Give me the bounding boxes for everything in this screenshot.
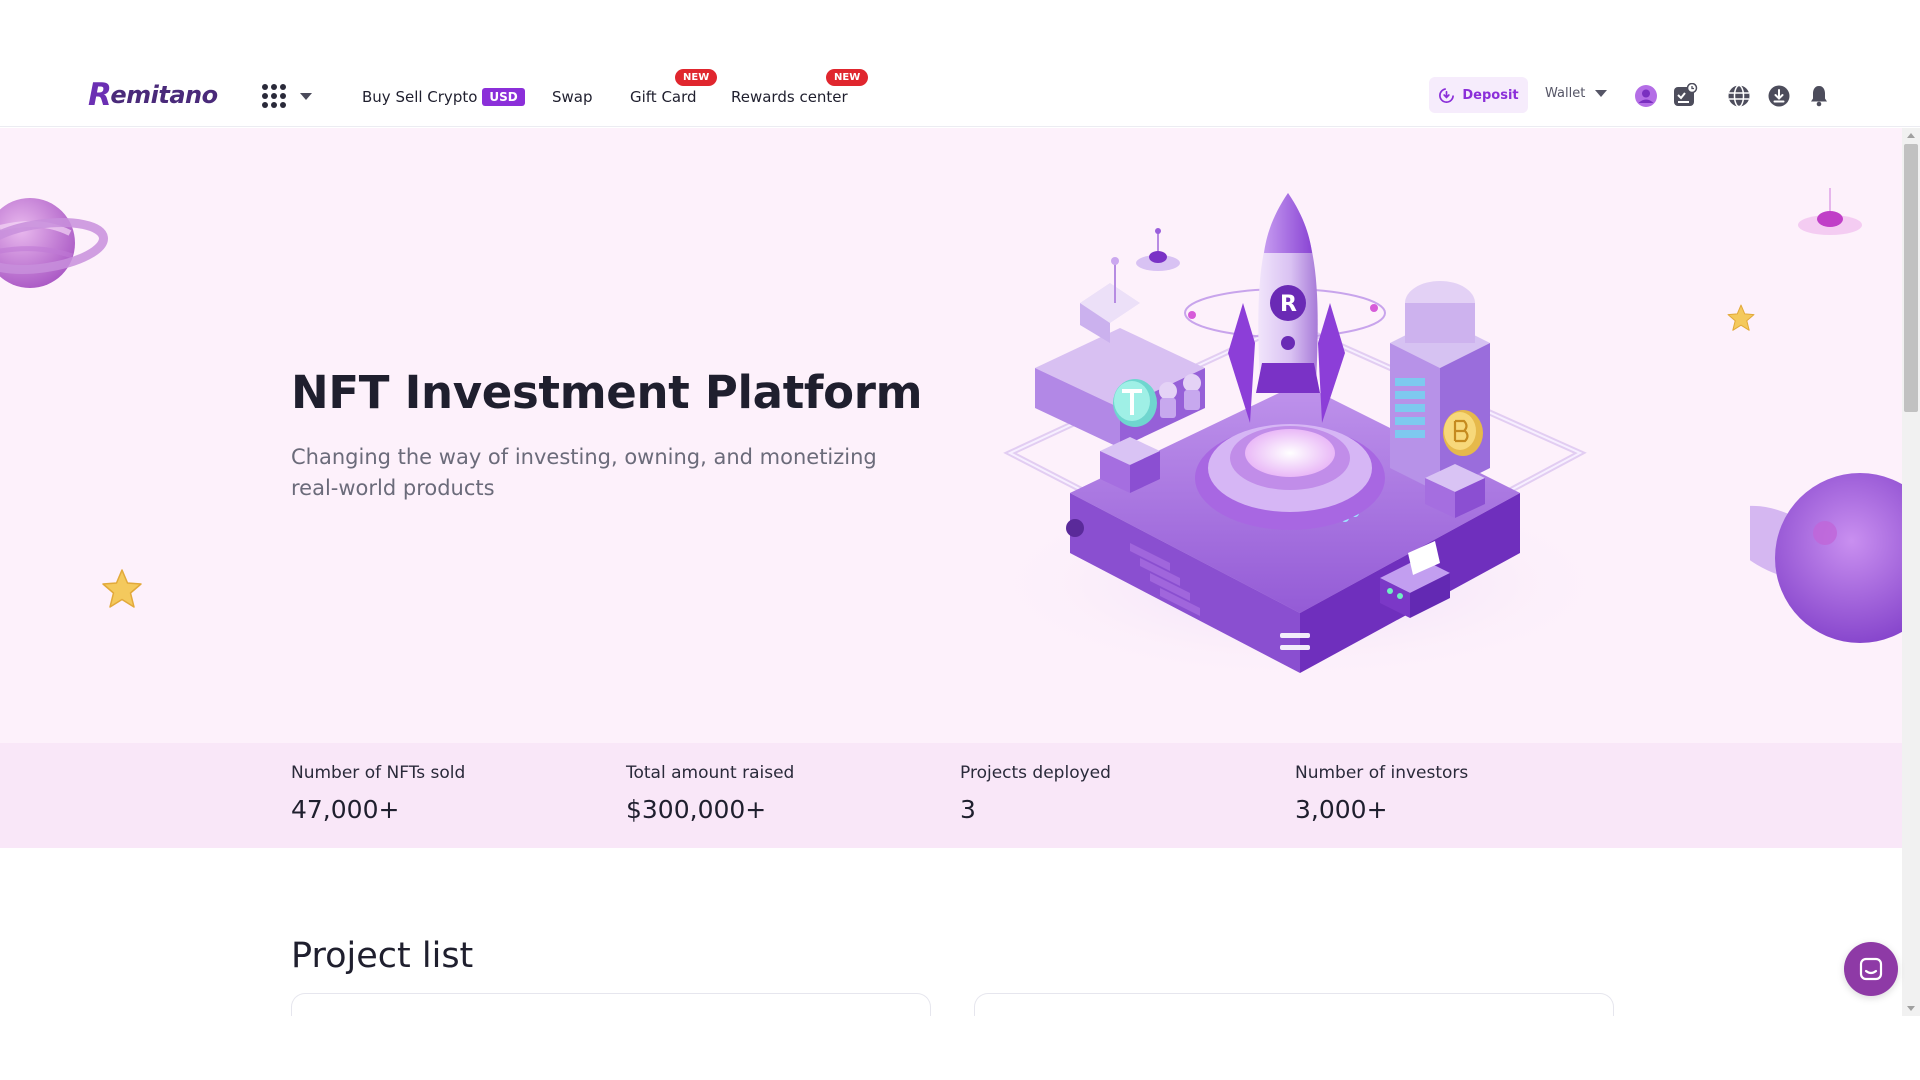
stat-label: Number of investors bbox=[1295, 763, 1469, 783]
avatar-icon[interactable] bbox=[1633, 83, 1659, 109]
nav-buy-sell-label: Buy Sell Crypto bbox=[362, 88, 478, 106]
scroll-up-icon[interactable] bbox=[1907, 133, 1915, 138]
logo-mark: R bbox=[88, 77, 112, 113]
nav-swap[interactable]: Swap bbox=[552, 88, 593, 106]
stat-label: Number of NFTs sold bbox=[291, 763, 466, 783]
project-list-heading: Project list bbox=[291, 936, 474, 976]
stat-value: 3 bbox=[960, 795, 976, 824]
task-icon[interactable] bbox=[1672, 82, 1698, 109]
nav-rewards-center[interactable]: Rewards center NEW bbox=[731, 69, 869, 106]
stat-value: 47,000+ bbox=[291, 795, 400, 824]
chevron-down-icon bbox=[1595, 90, 1608, 97]
stat-label: Total amount raised bbox=[626, 763, 795, 783]
bottom-blank-area bbox=[0, 1016, 1920, 1080]
stat-projects-deployed: Projects deployed 3 bbox=[960, 763, 1111, 824]
planet-illustration bbox=[1750, 473, 1902, 643]
deposit-icon bbox=[1439, 87, 1455, 103]
deposit-button[interactable]: Deposit bbox=[1429, 77, 1528, 113]
globe-icon[interactable] bbox=[1726, 83, 1752, 109]
scroll-down-icon[interactable] bbox=[1907, 1006, 1915, 1011]
stats-bar: Number of NFTs sold 47,000+ Total amount… bbox=[0, 743, 1902, 848]
nav-gift-card[interactable]: Gift Card NEW bbox=[630, 69, 718, 106]
deposit-label: Deposit bbox=[1462, 87, 1519, 103]
stat-value: $300,000+ bbox=[626, 795, 767, 824]
logo-text: emitano bbox=[110, 81, 218, 109]
star-illustration bbox=[102, 569, 142, 608]
nav-gift-card-label: Gift Card bbox=[630, 88, 697, 106]
wallet-dropdown[interactable]: Wallet bbox=[1545, 86, 1608, 101]
chat-support-button[interactable] bbox=[1844, 942, 1898, 996]
stat-value: 3,000+ bbox=[1295, 795, 1388, 824]
nav-rewards-label: Rewards center bbox=[731, 88, 848, 106]
planet-illustration bbox=[0, 198, 108, 288]
bell-icon[interactable] bbox=[1806, 83, 1832, 109]
stat-nfts-sold: Number of NFTs sold 47,000+ bbox=[291, 763, 465, 824]
hero-banner: NFT Investment Platform Changing the way… bbox=[0, 128, 1902, 743]
hero-subtitle: Changing the way of investing, owning, a… bbox=[291, 445, 877, 500]
star-illustration bbox=[1727, 304, 1755, 331]
ufo-illustration bbox=[1798, 188, 1862, 235]
apps-grid-icon bbox=[262, 84, 286, 108]
stat-investors: Number of investors 3,000+ bbox=[1295, 763, 1468, 824]
apps-menu-button[interactable] bbox=[262, 84, 318, 108]
stat-label: Projects deployed bbox=[960, 763, 1111, 783]
chevron-down-icon bbox=[300, 92, 312, 100]
page-scrollbar[interactable] bbox=[1902, 128, 1920, 1016]
svg-text:R: R bbox=[1280, 292, 1297, 317]
download-icon[interactable] bbox=[1766, 83, 1792, 109]
app-root: R emitano Buy Sell Crypto USD Swap Gift … bbox=[0, 0, 1920, 1080]
remitano-logo[interactable]: R emitano bbox=[88, 77, 218, 113]
hero-title: NFT Investment Platform bbox=[291, 366, 923, 419]
rocket-platform-illustration: R bbox=[980, 193, 1620, 683]
new-badge: NEW bbox=[826, 69, 869, 86]
currency-badge: USD bbox=[482, 88, 525, 106]
top-navbar: R emitano Buy Sell Crypto USD Swap Gift … bbox=[0, 50, 1920, 127]
stat-total-raised: Total amount raised $300,000+ bbox=[626, 763, 794, 824]
new-badge: NEW bbox=[675, 69, 718, 86]
scroll-thumb[interactable] bbox=[1904, 144, 1918, 412]
wallet-label: Wallet bbox=[1545, 86, 1586, 101]
chat-icon bbox=[1859, 957, 1883, 981]
nav-buy-sell-crypto[interactable]: Buy Sell Crypto USD bbox=[362, 88, 525, 106]
